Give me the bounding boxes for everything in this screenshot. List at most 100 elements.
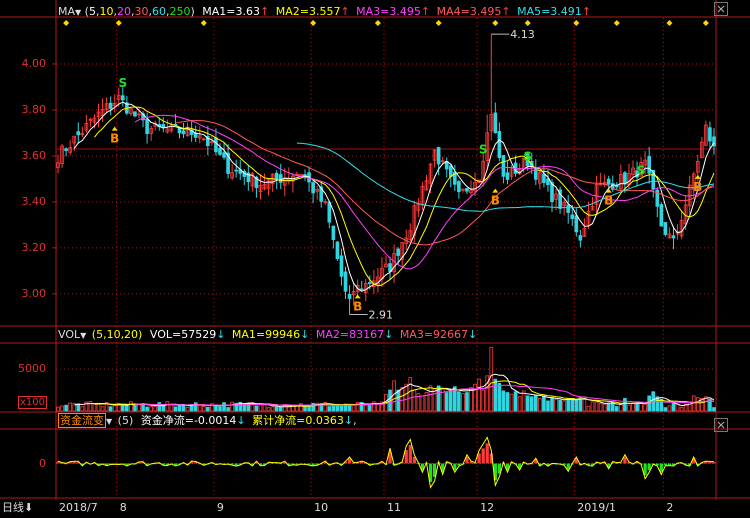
volume-bar [222,402,226,412]
price-annotation: 2.91 [369,309,394,322]
volume-y-tick-label: 5000 [18,362,46,376]
volume-bar [546,400,550,412]
volume-bar [497,382,502,412]
background [0,0,750,518]
sell-signal: S [118,76,127,90]
candle [218,147,222,155]
flow-bar [408,445,412,464]
buy-signal: B [491,194,500,208]
candle [659,204,664,227]
candle [493,112,498,134]
volume-bar [177,404,182,412]
ma5-value: MA5=3.491 [517,5,582,18]
candle [505,172,510,180]
volume-bar [274,406,279,412]
candle [465,188,469,192]
volume-bar [307,405,311,412]
vol-ma3-down-arrow-icon: ↓ [468,328,478,341]
ma2-value: MA2=3.557 [275,5,341,18]
candle [566,204,571,213]
x-tick-label: 2019/1 [577,501,616,514]
x-tick-label: 2018/7 [59,501,98,514]
vol-ma2-down-arrow-icon: ↓ [384,328,394,341]
volume-bar [303,405,307,412]
candle [574,215,579,233]
candle [570,214,575,219]
ma5-up-arrow-icon: ↑ [581,5,592,18]
sell-signal: S [523,150,532,164]
candle [181,130,186,135]
flow-bar [667,463,672,466]
volume-bar [623,398,627,412]
candle [606,178,611,185]
x-tick-label: 10 [314,501,329,514]
candle [457,181,461,193]
volume-bar [173,406,178,412]
volume-bar [254,405,259,412]
volume-bar [193,402,198,412]
volume-bar [550,397,554,412]
chevron-down-icon[interactable]: ▼ [106,417,112,426]
price-y-tick-label: 3.80 [21,102,47,116]
candle [108,102,113,109]
period-selector[interactable]: 日线⬇ [2,501,33,515]
flow-bar [659,463,663,472]
main-indicator-name[interactable]: MA [58,5,75,18]
candle [578,235,583,241]
buy-signal: B [693,180,702,194]
price-y-tick-label: 3.00 [21,286,47,300]
candle [497,131,502,158]
volume-bar [659,398,664,412]
close-icon[interactable] [714,2,728,16]
volume-bar [448,389,453,412]
candle [671,235,676,239]
ma3-up-arrow-icon: ↑ [420,5,431,18]
candle [64,148,68,151]
candle [76,131,81,136]
volume-bar [331,405,336,412]
volume-bar [339,404,344,412]
candle [550,182,554,202]
flow-bar [72,461,76,464]
candle [274,172,279,180]
candle [327,201,332,223]
volume-bar [635,402,639,412]
x-tick-label: 9 [216,501,224,514]
volume-bar [493,378,498,412]
volume-bar [347,404,352,412]
candle [145,118,149,134]
ma2-up-arrow-icon: ↑ [340,5,350,18]
price-y-tick-label: 3.60 [21,148,47,162]
arrow-down-icon: ⬇ [24,501,34,514]
x-tick-label: 2 [666,501,674,514]
volume-bar [145,406,149,412]
close-icon[interactable] [714,418,728,432]
volume-bar [529,396,534,412]
volume-bar [125,404,129,412]
chevron-down-icon[interactable]: ▼ [80,331,86,340]
candle [214,137,218,153]
volume-bar [566,398,571,412]
volume-bar [465,392,469,412]
flow-bar [234,463,238,466]
volume-bar [444,392,449,412]
candle [133,111,137,117]
volume-unit-label: x100 [18,396,48,409]
buy-signal: B [604,194,613,208]
volume-bar [570,398,575,412]
flow-bar [708,461,712,464]
candle [436,147,441,165]
vol-down-arrow-icon: ↓ [216,328,226,341]
volume-indicator-name[interactable]: VOL [58,328,80,341]
candle [120,95,125,101]
flow-indicator-name[interactable]: 资金流变 [58,413,106,428]
main-indicator-header: MA▼ (5,10,20,30,60,250) MA1=3.63↑ MA2=3.… [58,5,592,18]
flow-indicator-header: 资金流变 ▼ (5) 资金净流=-0.0014↓ 累计净流=0.0363↓, [58,413,357,428]
candle [542,173,546,183]
chart-canvas: B S B S B S B S B 4.13 2.91 [0,0,750,518]
ma4-up-arrow-icon: ↑ [501,5,511,18]
buy-signal: B [353,299,362,313]
volume-bar [327,406,332,412]
chevron-down-icon[interactable]: ▼ [75,8,81,17]
flow-bar [311,463,315,466]
